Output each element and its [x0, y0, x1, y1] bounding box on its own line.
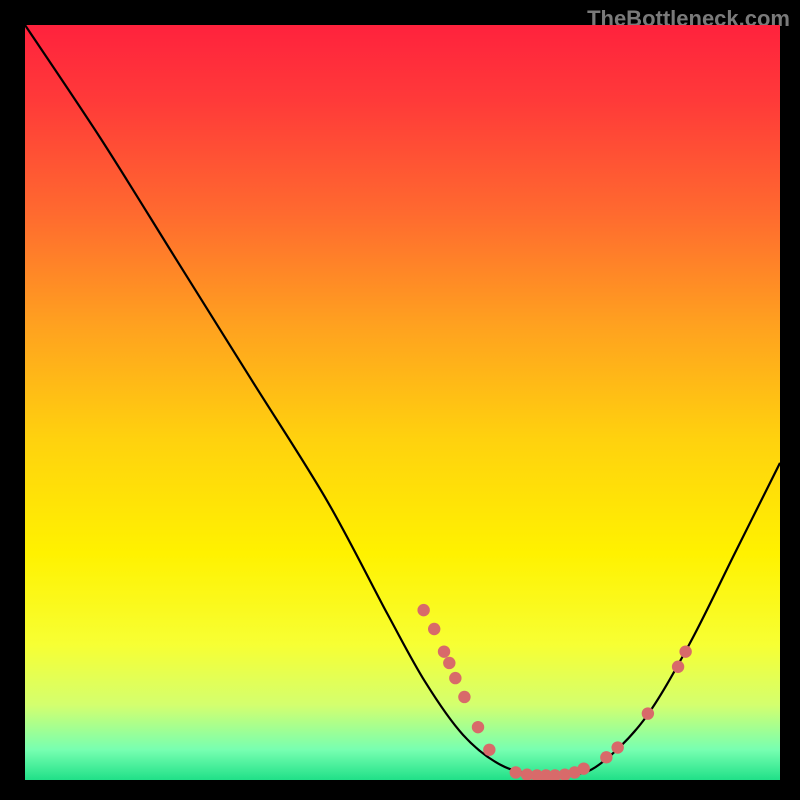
data-dot	[672, 661, 684, 673]
data-dot	[472, 721, 484, 733]
data-dot	[438, 645, 450, 657]
data-dot	[443, 657, 455, 669]
data-dot	[428, 623, 440, 635]
chart-plot-area	[25, 25, 780, 780]
data-dot	[458, 691, 470, 703]
data-dot	[679, 645, 691, 657]
data-dot	[417, 604, 429, 616]
chart-svg	[25, 25, 780, 780]
data-dot	[483, 744, 495, 756]
data-dot	[578, 762, 590, 774]
data-dot	[642, 707, 654, 719]
data-dot	[600, 751, 612, 763]
data-dot	[611, 741, 623, 753]
gradient-background	[25, 25, 780, 780]
data-dot	[510, 766, 522, 778]
data-dot	[449, 672, 461, 684]
